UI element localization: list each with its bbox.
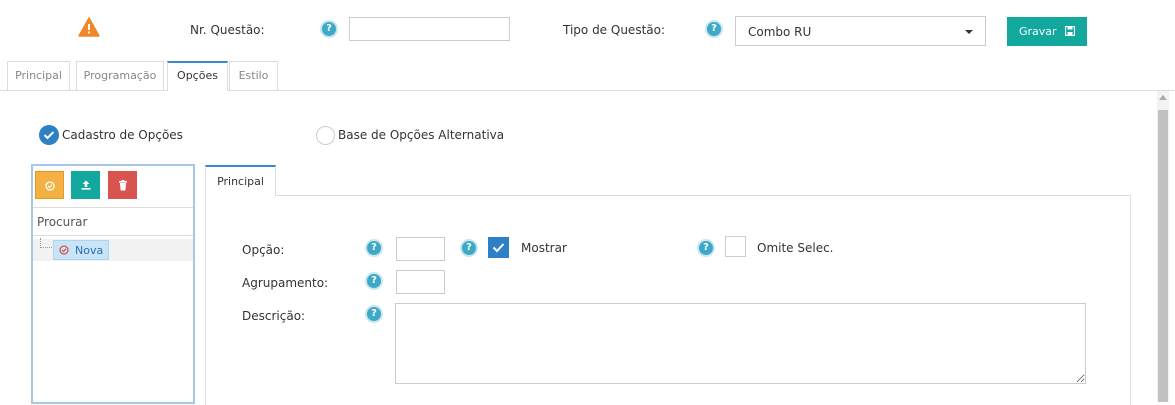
select-option-button[interactable] [35,171,64,199]
nr-questao-input[interactable] [349,17,510,41]
cadastro-opcoes-label: Cadastro de Opções [62,128,183,142]
tree-node-label: Nova [75,244,104,257]
agrupamento-label: Agrupamento: [242,276,329,290]
save-button[interactable]: Gravar [1007,17,1087,46]
chevron-down-icon [965,30,973,34]
detail-tab-principal[interactable]: Principal [205,165,276,196]
nr-questao-label: Nr. Questão: [190,23,265,37]
tree-search-box[interactable]: Procurar [33,207,193,236]
scrollbar-thumb[interactable] [1158,110,1168,402]
opcao-help-icon[interactable]: ? [365,239,383,257]
warning-icon [78,17,100,37]
tab-programacao[interactable]: Programação [76,61,164,90]
tree-search-placeholder: Procurar [37,215,88,229]
vertical-scrollbar[interactable] [1157,91,1169,402]
tree-node-nova[interactable]: Nova [53,240,109,260]
check-icon [492,243,505,253]
upload-icon [81,180,90,190]
descricao-textarea[interactable] [395,303,1086,384]
check-circle-icon [44,181,55,191]
omite-selec-label: Omite Selec. [757,241,834,255]
floppy-disk-icon [1065,26,1075,36]
tipo-questao-label: Tipo de Questão: [563,23,666,37]
upload-button[interactable] [71,171,100,199]
tree-panel: Procurar Nova [31,164,195,404]
scroll-up-icon[interactable] [1159,95,1167,100]
mostrar-checkbox[interactable] [488,237,509,258]
opcao-label: Opção: [242,243,285,257]
descricao-label: Descrição: [242,309,306,323]
agrupamento-input[interactable] [396,270,445,294]
agrupamento-help-icon[interactable]: ? [365,272,383,290]
tab-estilo[interactable]: Estilo [229,61,278,90]
nr-questao-help-icon[interactable]: ? [320,20,338,38]
omite-help-icon[interactable]: ? [697,239,715,257]
base-opcoes-label: Base de Opções Alternativa [338,128,505,142]
delete-button[interactable] [108,171,137,199]
check-icon [43,131,55,140]
radio-cadastro-opcoes[interactable] [39,125,59,145]
tab-principal[interactable]: Principal [7,61,70,90]
trash-icon [118,180,127,191]
mostrar-help-icon[interactable]: ? [460,239,478,257]
tab-opcoes[interactable]: Opções [167,61,228,91]
opcao-input[interactable] [396,237,445,261]
mostrar-label: Mostrar [521,241,567,255]
tree-connector [40,238,52,248]
check-circle-icon [59,245,69,255]
save-button-label: Gravar [1019,25,1057,38]
tipo-questao-value: Combo RU [748,25,812,39]
radio-base-opcoes[interactable] [316,126,335,145]
omite-selec-checkbox[interactable] [725,236,746,257]
tipo-questao-help-icon[interactable]: ? [705,20,723,38]
descricao-help-icon[interactable]: ? [365,305,383,323]
tipo-questao-select[interactable]: Combo RU [735,16,986,46]
